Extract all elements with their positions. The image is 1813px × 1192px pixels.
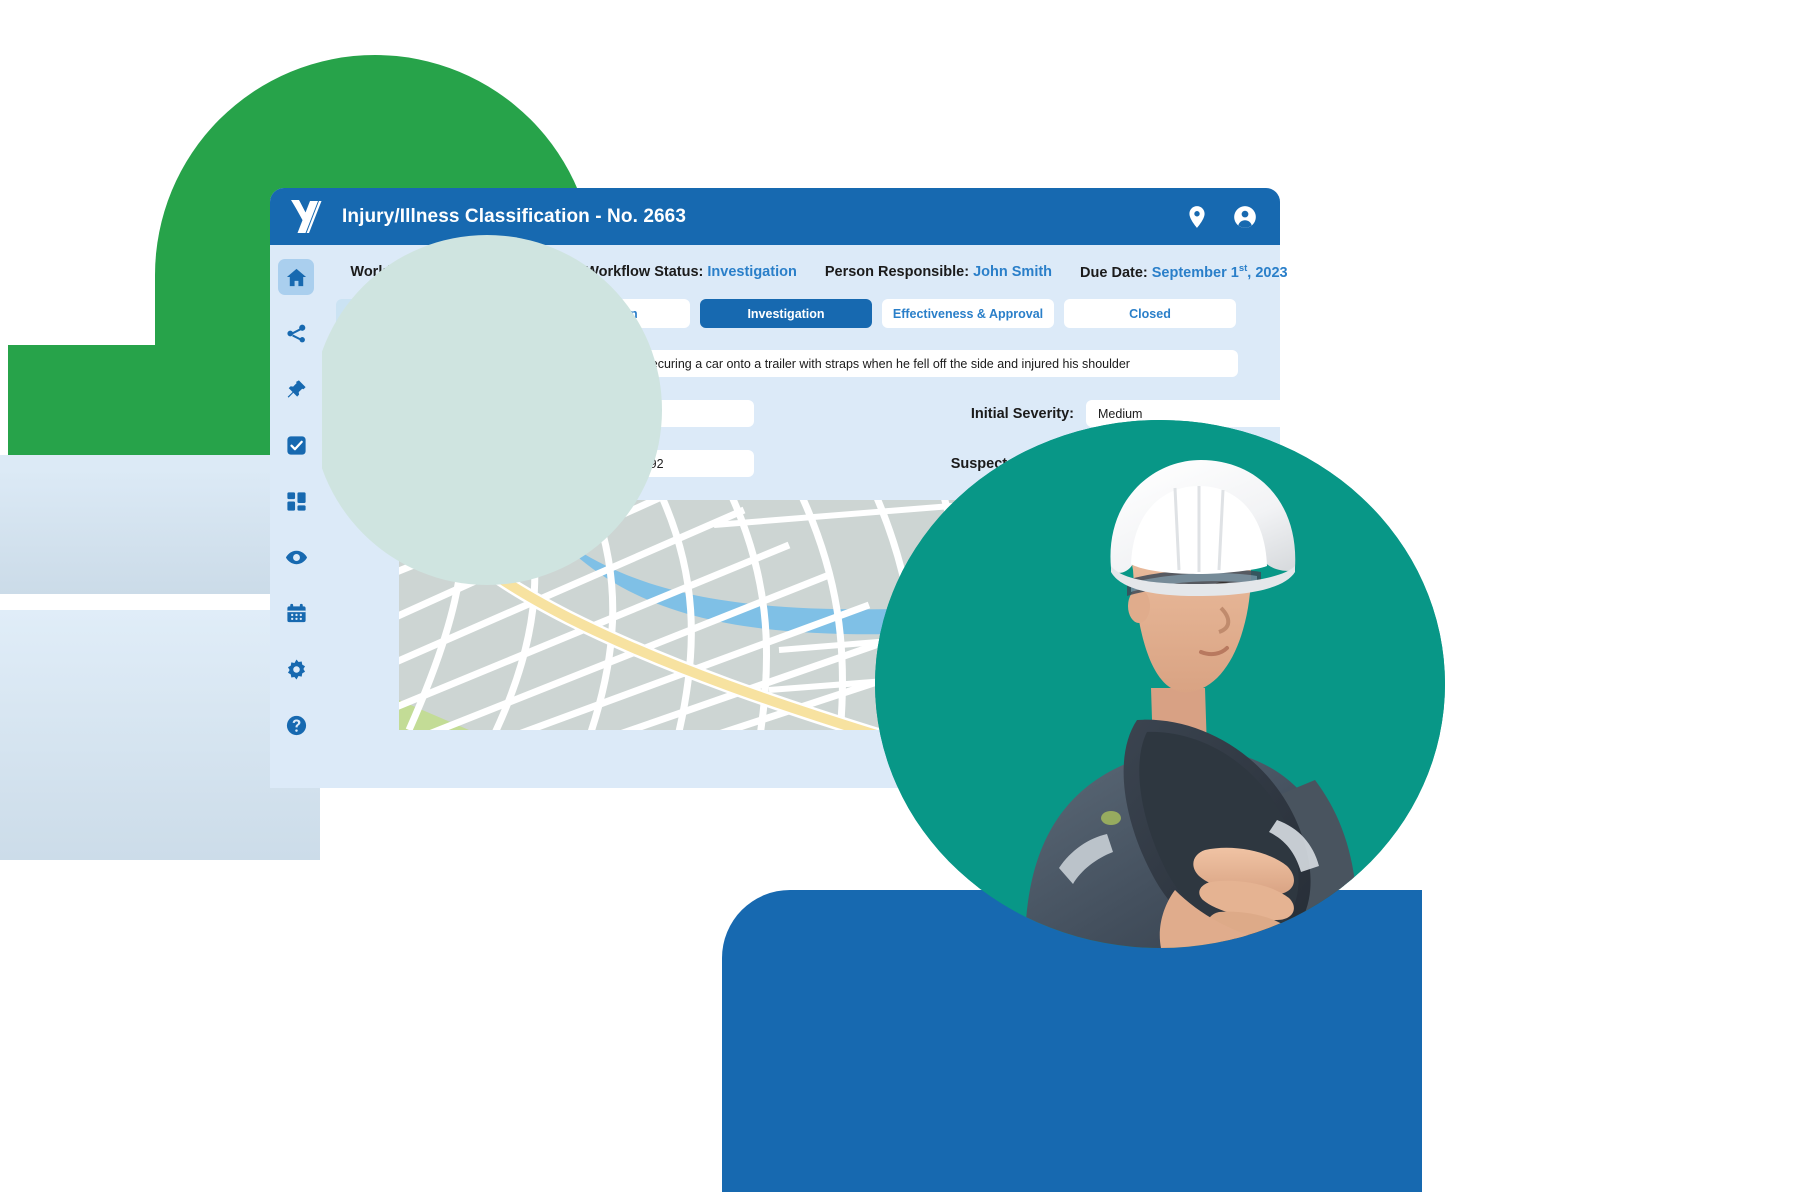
workflow-status-label: Workflow Status:	[585, 264, 704, 280]
workflow-status-value: Investigation	[707, 264, 797, 280]
person-responsible-value[interactable]: John Smith	[973, 264, 1052, 280]
description-row: Description: An operator was securing a …	[336, 350, 1302, 377]
description-label: Description:	[441, 355, 526, 372]
location-pin-icon[interactable]	[1184, 204, 1210, 230]
due-date-ordinal: st	[1238, 263, 1248, 275]
workflow-stage-label: Workflow Stage:	[350, 264, 464, 280]
home-icon	[286, 268, 306, 286]
x-logo-icon	[291, 199, 322, 233]
workflow-status: Workflow Status: Investigation	[585, 264, 797, 280]
due-date-main: September 1	[1151, 264, 1239, 281]
tab-closed[interactable]: Closed	[1064, 299, 1236, 328]
pin-icon	[287, 379, 306, 398]
dashboard-grid-icon	[286, 491, 306, 511]
sidebar-item-home[interactable]	[278, 259, 314, 295]
left-sidebar	[270, 245, 322, 788]
coordinates-label: Coordinates:	[436, 455, 526, 472]
tab-verification[interactable]: Verification	[518, 299, 690, 328]
window-title: Injury/Illness Classification - No. 2663	[342, 205, 687, 227]
sidebar-item-pin[interactable]	[278, 371, 314, 407]
window-titlebar: Injury/Illness Classification - No. 2663	[270, 188, 1280, 245]
workflow-stage: Workflow Stage: Investigation	[350, 264, 557, 280]
titlebar-icon-group	[1184, 204, 1258, 230]
gear-icon	[287, 659, 305, 679]
person-responsible-label: Person Responsible:	[824, 264, 970, 280]
sidebar-item-share[interactable]	[278, 315, 314, 351]
tab-initial-report[interactable]: Initial Report	[336, 299, 508, 328]
description-input[interactable]: An operator was securing a car onto a tr…	[538, 350, 1238, 377]
screenshot-root: Injury/Illness Classification - No. 2663	[0, 0, 1813, 1192]
checkbox-check-icon	[286, 435, 306, 455]
construction-worker-photo	[875, 420, 1445, 948]
calendar-icon	[286, 603, 306, 622]
worker-illustration	[875, 420, 1445, 948]
eye-icon	[285, 550, 307, 564]
share-network-icon	[286, 324, 305, 342]
immediate-actions-input[interactable]: Taken to hospital	[538, 400, 754, 427]
question-circle-icon	[286, 715, 306, 735]
sidebar-item-settings[interactable]	[278, 651, 314, 687]
due-date: Due Date: September 1st, 2023	[1080, 263, 1288, 281]
sidebar-item-calendar[interactable]	[278, 595, 314, 631]
sidebar-item-dashboard[interactable]	[278, 483, 314, 519]
tab-investigation[interactable]: Investigation	[700, 299, 872, 328]
workflow-stage-value: Investigation	[467, 264, 558, 280]
sidebar-item-tasks[interactable]	[278, 427, 314, 463]
immediate-actions-label: Immediate Actions Taken:	[347, 405, 526, 422]
due-date-year: , 2023	[1247, 264, 1288, 281]
due-date-label: Due Date:	[1080, 264, 1148, 281]
user-account-icon[interactable]	[1232, 204, 1258, 230]
due-date-value: September 1st, 2023	[1151, 263, 1288, 281]
workflow-tabs: Initial Report Verification Investigatio…	[336, 299, 1302, 328]
coordinates-input[interactable]: 33.89115, -84.51192	[538, 450, 754, 477]
sidebar-item-observations[interactable]	[278, 539, 314, 575]
person-responsible: Person Responsible: John Smith	[825, 264, 1052, 280]
sidebar-item-help[interactable]	[278, 707, 314, 743]
tab-effectiveness-approval[interactable]: Effectiveness & Approval	[882, 299, 1054, 328]
workflow-meta-row: Workflow Stage: Investigation Workflow S…	[336, 245, 1302, 299]
